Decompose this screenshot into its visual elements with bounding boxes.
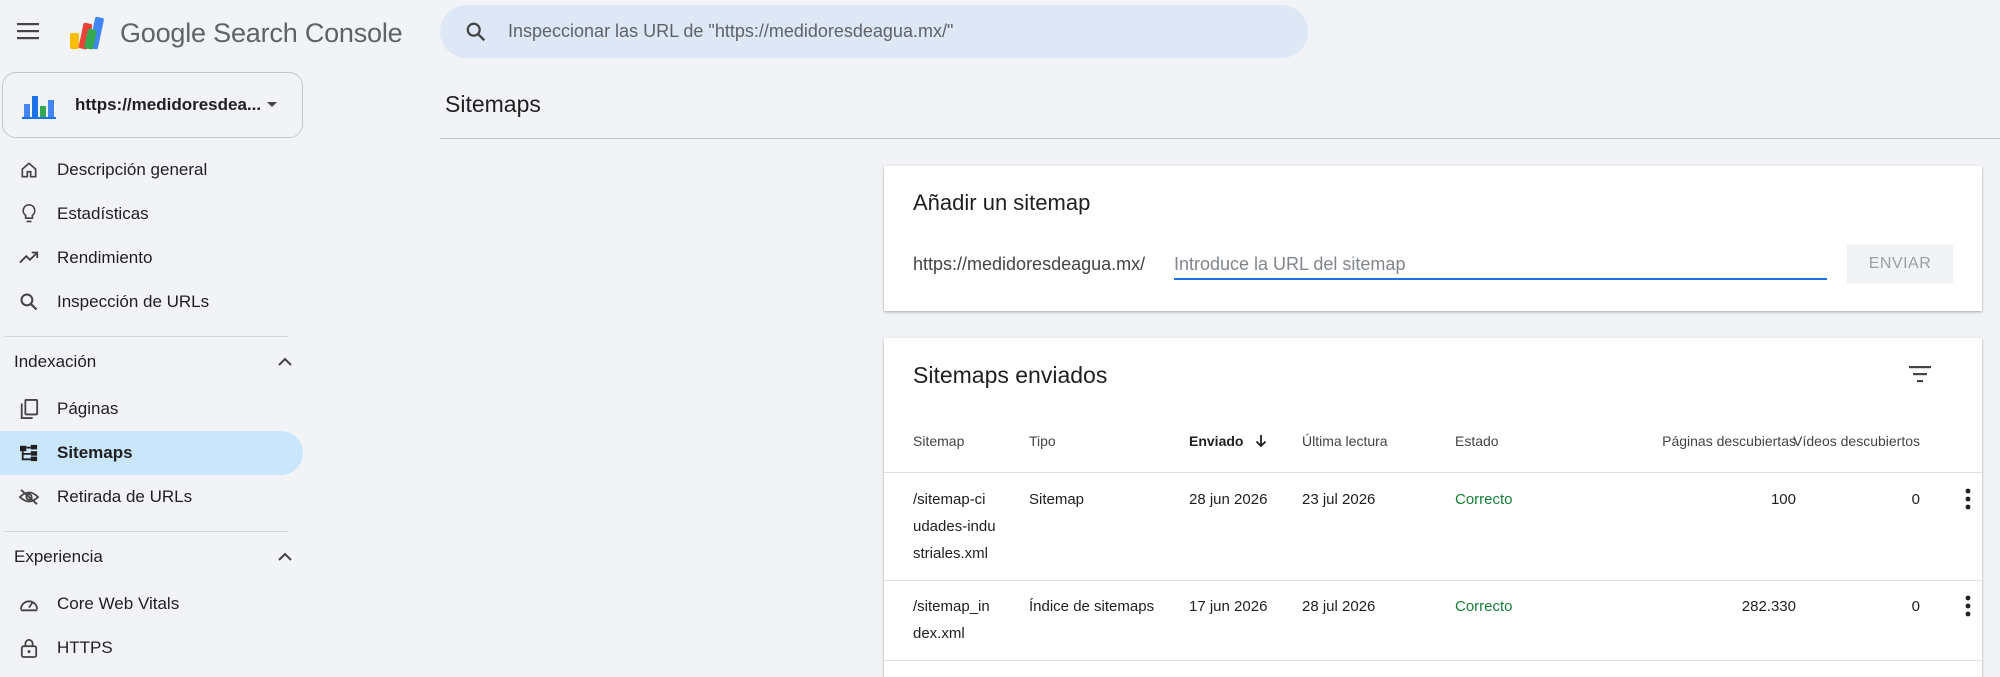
- sidebar-item-label: HTTPS: [57, 638, 113, 657]
- submitted-date: 28 jun 2026: [1189, 491, 1268, 508]
- sidebar-item-label: Páginas: [57, 399, 119, 418]
- sitemap-icon: [17, 441, 41, 465]
- sidebar-item-https[interactable]: HTTPS: [0, 626, 303, 670]
- sidebar-item-url-inspection[interactable]: Inspección de URLs: [0, 280, 303, 324]
- more-vert-icon[interactable]: [1958, 486, 1978, 512]
- search-icon: [17, 290, 41, 314]
- last-read-date: 23 jul 2026: [1302, 491, 1376, 508]
- sidebar-item-label: Estadísticas: [57, 204, 149, 223]
- sitemap-url-input[interactable]: [1174, 250, 1827, 280]
- sidebar-item-sitemaps[interactable]: Sitemaps: [0, 431, 303, 475]
- speedometer-icon: [17, 592, 41, 616]
- top-bar: Google Search Console: [0, 0, 2000, 64]
- section-experience-toggle[interactable]: Experiencia: [0, 532, 292, 582]
- sidebar-item-overview[interactable]: Descripción general: [0, 148, 303, 192]
- videos-discovered: 0: [1911, 491, 1920, 508]
- lightbulb-icon: [17, 202, 41, 226]
- page-title: Sitemaps: [445, 91, 541, 117]
- column-header-label: Enviado: [1189, 433, 1244, 449]
- brand-name: Google Search Console: [120, 18, 403, 48]
- sidebar-item-label: Retirada de URLs: [57, 487, 193, 506]
- url-inspection-search[interactable]: [440, 5, 1308, 58]
- row-divider: [884, 580, 1982, 581]
- home-icon: [17, 158, 41, 182]
- caret-down-icon: [266, 96, 278, 114]
- sidebar-item-url-removals[interactable]: Retirada de URLs: [0, 475, 303, 519]
- add-sitemap-title: Añadir un sitemap: [913, 190, 1091, 215]
- search-input[interactable]: [508, 21, 1268, 42]
- sitemap-path[interactable]: /sitemap-ci udades-indu striales.xml: [913, 486, 1023, 567]
- submitted-sitemaps-title: Sitemaps enviados: [913, 362, 1108, 388]
- title-divider: [440, 138, 2000, 139]
- videos-discovered: 0: [1911, 598, 1920, 615]
- section-label: Experiencia: [14, 547, 103, 566]
- sidebar-item-label: Sitemaps: [57, 443, 133, 462]
- section-label: Indexación: [14, 352, 97, 371]
- sidebar-item-pages[interactable]: Páginas: [0, 387, 303, 431]
- sidebar-item-core-web-vitals[interactable]: Core Web Vitals: [0, 582, 303, 626]
- property-url: https://medidoresdea...: [75, 95, 260, 114]
- chevron-up-icon: [278, 548, 292, 566]
- column-header-last-read[interactable]: Última lectura: [1302, 433, 1388, 449]
- submitted-sitemaps-card: Sitemaps enviados Sitemap Tipo Enviado Ú…: [884, 338, 1982, 677]
- last-read-date: 28 jul 2026: [1302, 598, 1376, 615]
- sitemap-path[interactable]: /sitemap_in dex.xml: [913, 593, 1023, 647]
- sidebar-item-label: Descripción general: [57, 160, 208, 179]
- sidebar-item-label: Inspección de URLs: [57, 292, 210, 311]
- search-icon: [462, 18, 490, 46]
- column-header-type[interactable]: Tipo: [1029, 433, 1056, 449]
- sitemap-type: Sitemap: [1029, 491, 1085, 508]
- menu-icon[interactable]: [14, 16, 44, 46]
- lock-icon: [17, 636, 41, 660]
- trending-up-icon: [17, 246, 41, 270]
- status-badge: Correcto: [1455, 491, 1513, 508]
- submitted-date: 17 jun 2026: [1189, 598, 1268, 615]
- sitemap-url-prefix: https://medidoresdeagua.mx/: [913, 254, 1146, 274]
- eye-off-icon: [17, 485, 41, 509]
- sidebar-item-label: Rendimiento: [57, 248, 153, 267]
- more-vert-icon[interactable]: [1958, 593, 1978, 619]
- submit-sitemap-button[interactable]: ENVIAR: [1847, 244, 1953, 284]
- add-sitemap-card: Añadir un sitemap https://medidoresdeagu…: [884, 166, 1982, 311]
- column-header-sitemap[interactable]: Sitemap: [913, 433, 964, 449]
- row-divider: [884, 472, 1982, 473]
- column-header-status[interactable]: Estado: [1455, 433, 1499, 449]
- sidebar-item-label: Core Web Vitals: [57, 594, 180, 613]
- filter-icon[interactable]: [1906, 360, 1934, 388]
- row-divider: [884, 660, 1982, 661]
- column-header-videos[interactable]: Vídeos descubiertos: [1754, 433, 1920, 449]
- pages-icon: [17, 397, 41, 421]
- section-indexing-toggle[interactable]: Indexación: [0, 337, 292, 387]
- status-badge: Correcto: [1455, 598, 1513, 615]
- property-chart-icon: [22, 96, 56, 119]
- arrow-down-icon: [1255, 434, 1267, 451]
- search-console-logo-icon: [70, 16, 104, 50]
- sidebar-item-insights[interactable]: Estadísticas: [0, 192, 303, 236]
- sidebar-item-performance[interactable]: Rendimiento: [0, 236, 303, 280]
- sitemap-type: Índice de sitemaps: [1029, 598, 1155, 615]
- property-selector[interactable]: https://medidoresdea...: [2, 72, 303, 138]
- chevron-up-icon: [278, 353, 292, 371]
- column-header-submitted[interactable]: Enviado: [1189, 433, 1267, 451]
- sidebar-nav: Descripción general Estadísticas Rendimi…: [0, 148, 310, 670]
